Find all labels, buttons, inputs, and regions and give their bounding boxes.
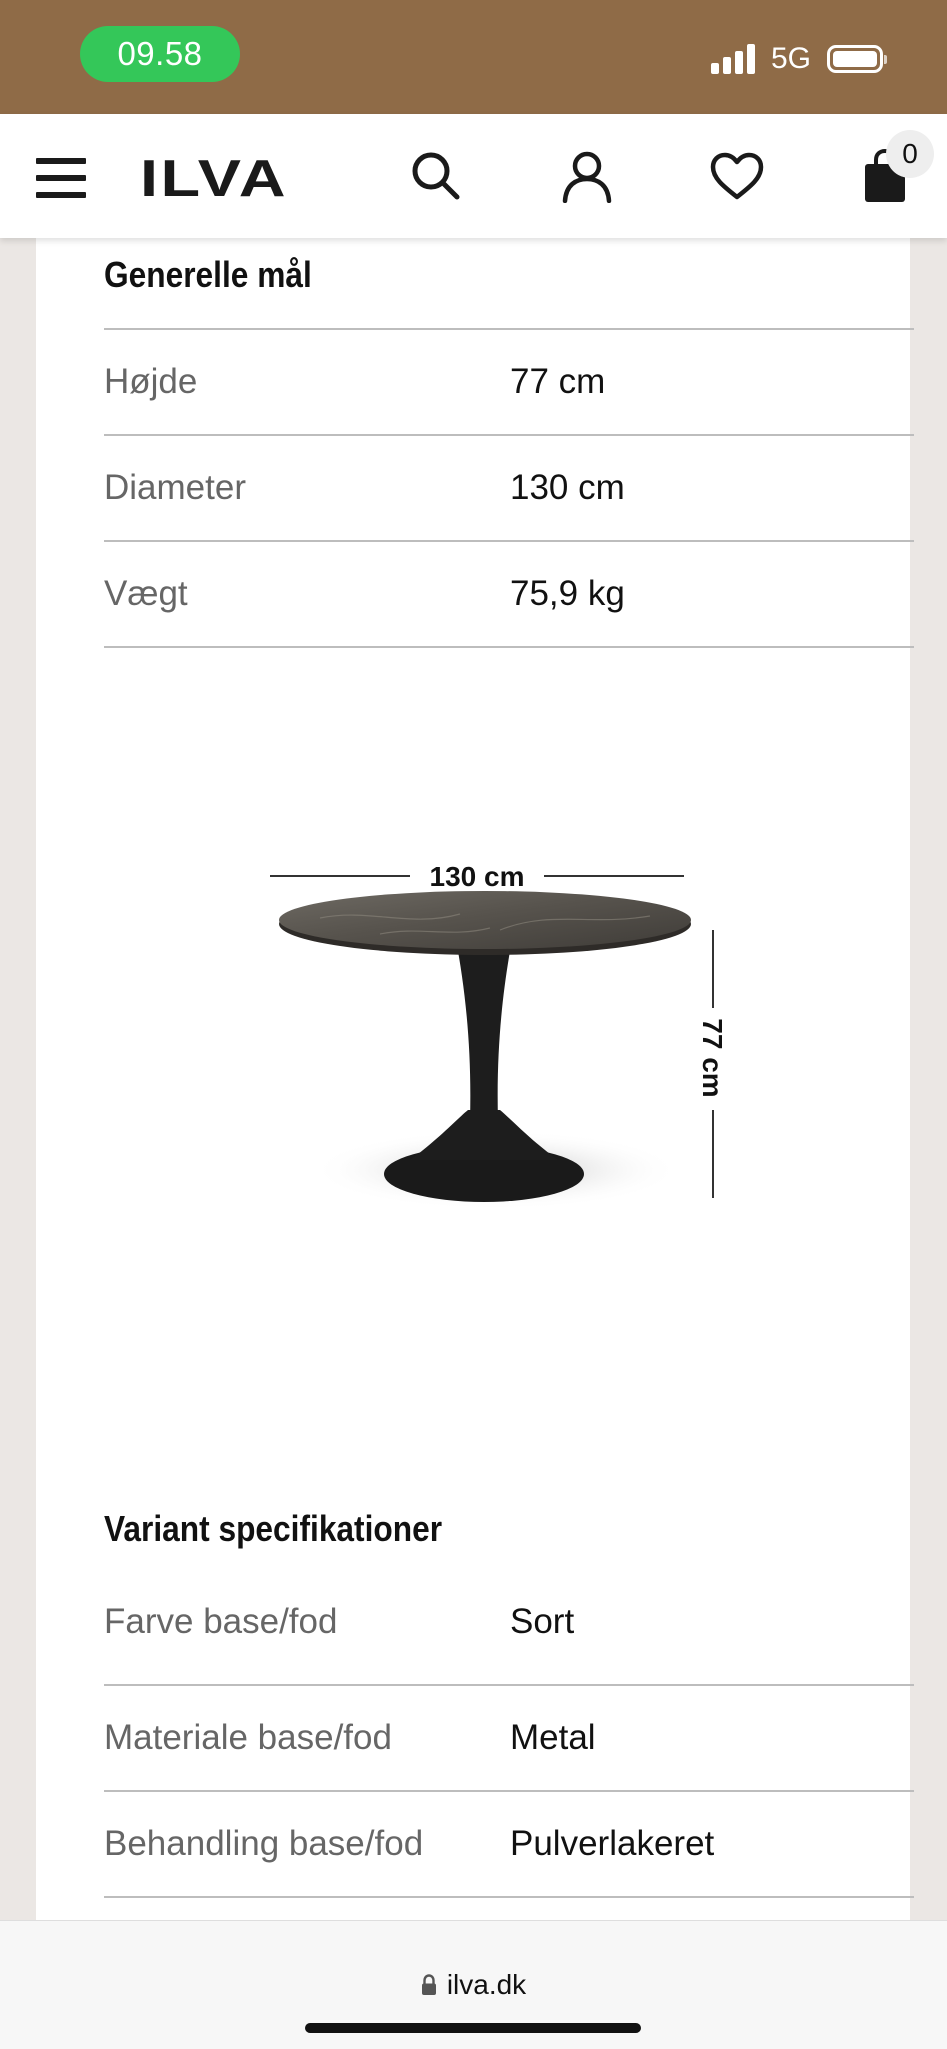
search-icon[interactable] <box>404 144 468 208</box>
network-type: 5G <box>770 42 811 75</box>
spec-value: Pulverlakeret <box>510 1824 715 1863</box>
table-dimension-illustration: 130 cm 77 cm <box>270 861 728 1210</box>
width-dimension-label: 130 cm <box>430 861 525 892</box>
general-dimensions-table: Højde 77 cm Diameter 130 cm Vægt 75,9 kg <box>104 328 914 648</box>
spec-row-treatment: Behandling base/fod Pulverlakeret <box>104 1792 914 1898</box>
url-text: ilva.dk <box>446 1969 527 2000</box>
cart-count-badge: 0 <box>886 130 934 178</box>
variant-specs-title: Variant specifikationer <box>104 1508 443 1549</box>
svg-text:ILVA: ILVA <box>140 152 288 202</box>
status-indicators: 5G <box>710 42 887 75</box>
spec-row-diameter: Diameter 130 cm <box>104 436 914 542</box>
spec-value: Sort <box>510 1602 575 1641</box>
status-time: 09.58 <box>80 26 240 82</box>
site-header: ILVA <box>0 114 947 238</box>
browser-url-bar[interactable]: ilva.dk <box>0 1920 947 2049</box>
spec-label: Højde <box>104 362 198 401</box>
spec-label: Behandling base/fod <box>104 1824 424 1863</box>
spec-value: 75,9 kg <box>510 574 625 613</box>
variant-specs-table: Farve base/fod Sort Materiale base/fod M… <box>104 1582 914 1898</box>
spec-label: Diameter <box>104 468 246 507</box>
spec-label: Vægt <box>104 574 188 613</box>
ilva-logo[interactable]: ILVA <box>140 152 290 202</box>
signal-icon <box>710 44 755 74</box>
spec-row-material: Materiale base/fod Metal <box>104 1686 914 1792</box>
table-stem <box>456 940 512 1120</box>
heart-icon[interactable] <box>705 144 769 208</box>
battery-icon <box>827 45 887 73</box>
status-bar: 09.58 5G <box>0 0 947 114</box>
spec-label: Materiale base/fod <box>104 1718 392 1757</box>
lock-icon <box>421 1971 437 2003</box>
spec-label: Farve base/fod <box>104 1602 338 1641</box>
tabletop <box>279 891 691 949</box>
url-display[interactable]: ilva.dk <box>0 1969 947 2003</box>
spec-row-color: Farve base/fod Sort <box>104 1582 914 1686</box>
product-specs-card: Generelle mål Højde 77 cm Diameter 130 c… <box>36 238 914 1920</box>
spec-row-weight: Vægt 75,9 kg <box>104 542 914 648</box>
menu-icon[interactable] <box>36 158 86 198</box>
spec-value: 130 cm <box>510 468 625 507</box>
height-dimension-label: 77 cm <box>697 1018 728 1097</box>
spec-value: Metal <box>510 1718 596 1757</box>
account-icon[interactable] <box>555 144 619 208</box>
spec-row-height: Højde 77 cm <box>104 330 914 436</box>
general-dimensions-title: Generelle mål <box>104 254 312 295</box>
spec-value: 77 cm <box>510 362 606 401</box>
home-indicator[interactable] <box>305 2023 641 2033</box>
